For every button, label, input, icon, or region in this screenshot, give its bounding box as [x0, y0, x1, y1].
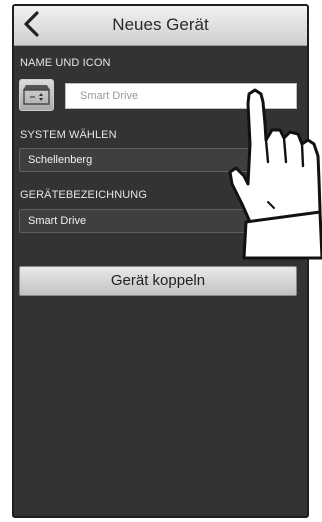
- pair-device-button[interactable]: Gerät koppeln: [19, 266, 297, 296]
- hand-pointer-icon: [228, 88, 322, 260]
- name-section-label: NAME UND ICON: [20, 57, 111, 69]
- top-bar: Neues Gerät: [14, 6, 307, 46]
- page-title: Neues Gerät: [112, 15, 209, 34]
- system-section-label: SYSTEM WÄHLEN: [20, 129, 117, 141]
- device-icon-button[interactable]: [19, 79, 54, 111]
- phone-screen: Neues Gerät NAME UND ICON Smart Drive SY…: [12, 4, 309, 518]
- garage-door-icon: [23, 85, 50, 105]
- device-section-label: GERÄTEBEZEICHNUNG: [20, 189, 147, 201]
